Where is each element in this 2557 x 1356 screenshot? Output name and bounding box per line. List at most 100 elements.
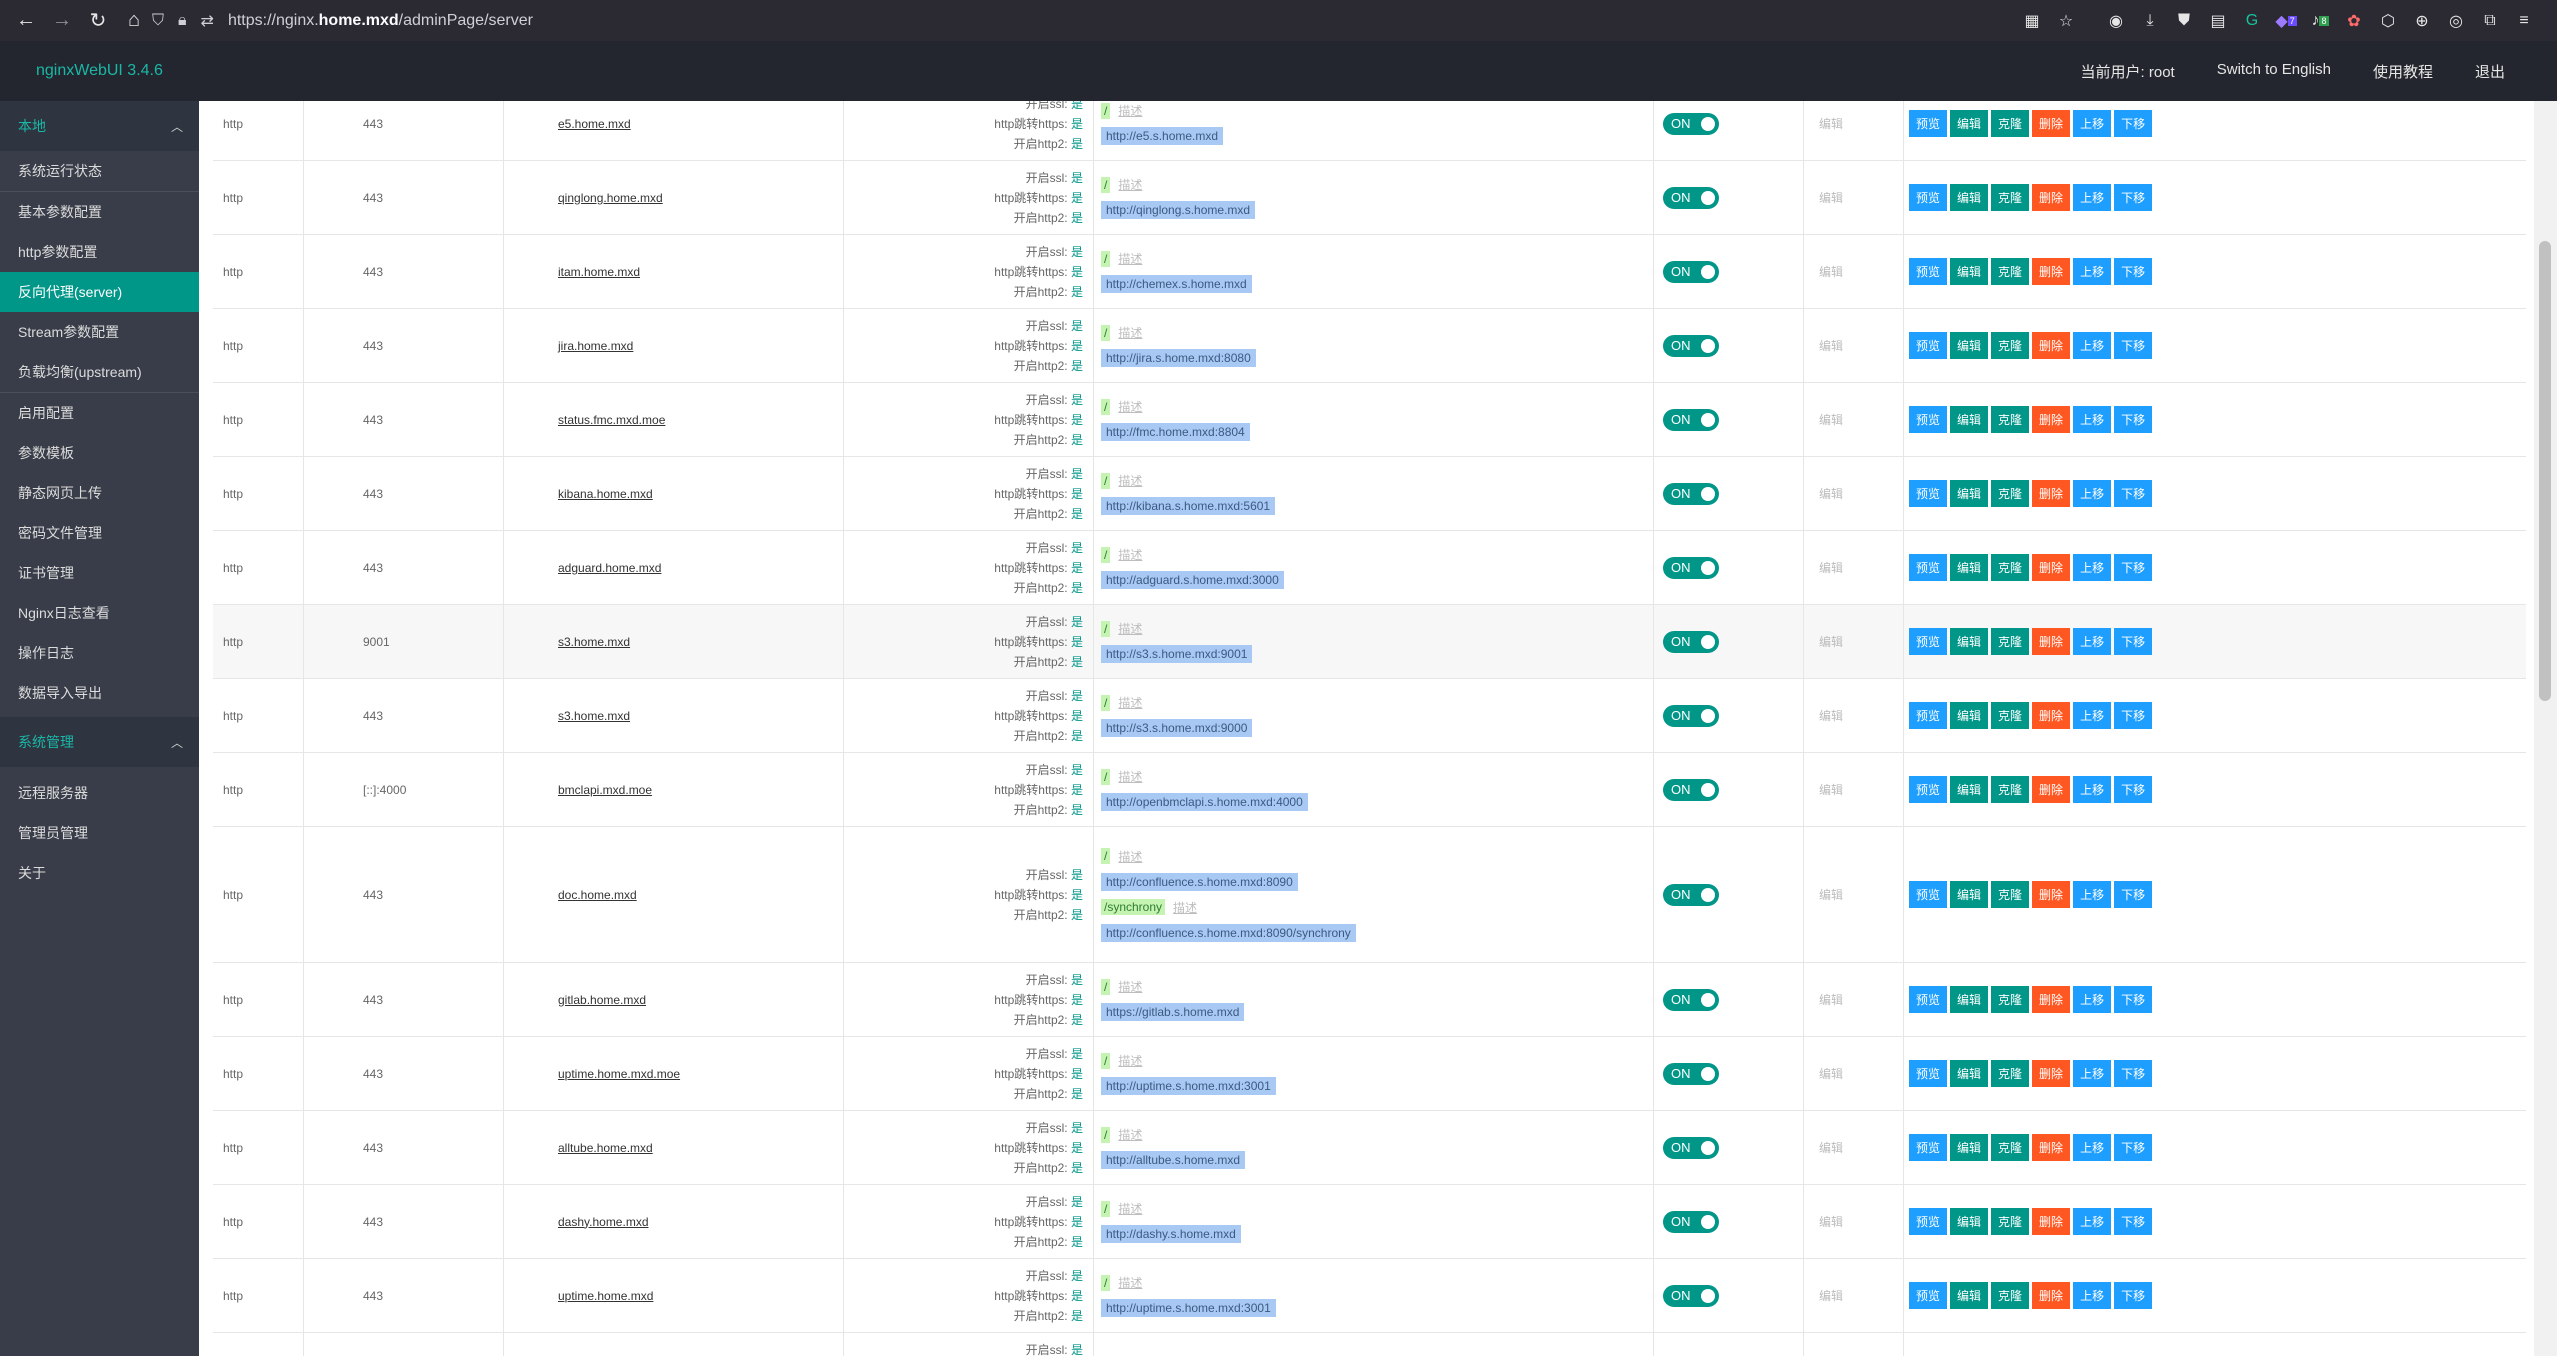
edit-description-link[interactable]: 编辑: [1819, 1037, 1843, 1110]
preview-button[interactable]: 预览: [1909, 628, 1948, 655]
move-up-button[interactable]: 上移: [2073, 258, 2112, 285]
domain-link[interactable]: uptime.home.mxd: [558, 1259, 653, 1332]
enable-switch[interactable]: ON: [1663, 778, 1719, 801]
app-logo[interactable]: nginxWebUI 3.4.6: [36, 62, 163, 80]
edit-description-link[interactable]: 编辑: [1819, 1333, 1843, 1356]
move-down-button[interactable]: 下移: [2114, 628, 2153, 655]
sidebar-item[interactable]: 启用配置: [0, 393, 199, 433]
domain-link[interactable]: s3.home.mxd: [558, 605, 630, 678]
logout-link[interactable]: 退出: [2475, 61, 2505, 82]
clone-button[interactable]: 克隆: [1991, 554, 2030, 581]
reader-icon[interactable]: ▤: [2205, 8, 2231, 34]
edit-button[interactable]: 编辑: [1950, 1060, 1989, 1087]
clone-button[interactable]: 克隆: [1991, 881, 2030, 908]
sidebar-item[interactable]: Nginx日志查看: [0, 593, 199, 633]
extension-icon[interactable]: ◉: [2103, 8, 2129, 34]
sidebar-item[interactable]: Stream参数配置: [0, 312, 199, 352]
domain-link[interactable]: itam.home.mxd: [558, 235, 640, 308]
move-down-button[interactable]: 下移: [2114, 480, 2153, 507]
move-down-button[interactable]: 下移: [2114, 1134, 2153, 1161]
edit-button[interactable]: 编辑: [1950, 986, 1989, 1013]
clone-button[interactable]: 克隆: [1991, 702, 2030, 729]
url-bar[interactable]: ⛉ 🔒︎ ⇄ https://nginx. home.mxd/adminPage/…: [152, 5, 1952, 36]
delete-button[interactable]: 删除: [2032, 258, 2071, 285]
move-up-button[interactable]: 上移: [2073, 1060, 2112, 1087]
edit-button[interactable]: 编辑: [1950, 184, 1989, 211]
extension-icon[interactable]: ⛊: [2171, 8, 2197, 34]
enable-switch[interactable]: ON: [1663, 482, 1719, 505]
edit-button[interactable]: 编辑: [1950, 480, 1989, 507]
domain-link[interactable]: uptime.home.mxd.moe: [558, 1037, 680, 1110]
preview-button[interactable]: 预览: [1909, 1282, 1948, 1309]
delete-button[interactable]: 删除: [2032, 702, 2071, 729]
edit-description-link[interactable]: 编辑: [1819, 1111, 1843, 1184]
move-down-button[interactable]: 下移: [2114, 110, 2153, 137]
sidebar-item[interactable]: 参数模板: [0, 433, 199, 473]
forward-icon[interactable]: →: [44, 9, 80, 32]
edit-description-link[interactable]: 编辑: [1819, 309, 1843, 382]
preview-button[interactable]: 预览: [1909, 554, 1948, 581]
move-up-button[interactable]: 上移: [2073, 480, 2112, 507]
location-description-link[interactable]: 描述: [1118, 620, 1142, 637]
shield-icon[interactable]: ⛉: [152, 12, 164, 30]
location-description-link[interactable]: 描述: [1118, 324, 1142, 341]
enable-switch[interactable]: ON: [1663, 883, 1719, 906]
edit-button[interactable]: 编辑: [1950, 776, 1989, 803]
edit-button[interactable]: 编辑: [1950, 406, 1989, 433]
enable-switch[interactable]: ON: [1663, 408, 1719, 431]
delete-button[interactable]: 删除: [2032, 110, 2071, 137]
download-icon[interactable]: ⤓: [2137, 8, 2163, 34]
sidebar-item[interactable]: 操作日志: [0, 633, 199, 673]
extension-icon[interactable]: ◆ 7: [2273, 8, 2299, 34]
extension-icon[interactable]: ✿: [2341, 8, 2367, 34]
enable-switch[interactable]: ON: [1663, 704, 1719, 727]
extension-icon[interactable]: ⬡: [2375, 8, 2401, 34]
domain-link[interactable]: e5.home.mxd: [558, 101, 631, 160]
clone-button[interactable]: 克隆: [1991, 110, 2030, 137]
location-description-link[interactable]: 描述: [1118, 1274, 1142, 1291]
preview-button[interactable]: 预览: [1909, 702, 1948, 729]
preview-button[interactable]: 预览: [1909, 881, 1948, 908]
edit-button[interactable]: 编辑: [1950, 332, 1989, 359]
enable-switch[interactable]: ON: [1663, 112, 1719, 135]
edit-button[interactable]: 编辑: [1950, 1208, 1989, 1235]
location-description-link[interactable]: 描述: [1118, 768, 1142, 785]
move-down-button[interactable]: 下移: [2114, 1060, 2153, 1087]
move-up-button[interactable]: 上移: [2073, 1282, 2112, 1309]
move-down-button[interactable]: 下移: [2114, 1282, 2153, 1309]
delete-button[interactable]: 删除: [2032, 184, 2071, 211]
edit-description-link[interactable]: 编辑: [1819, 1185, 1843, 1258]
domain-link[interactable]: gitlab.home.mxd: [558, 963, 646, 1036]
edit-button[interactable]: 编辑: [1950, 628, 1989, 655]
preview-button[interactable]: 预览: [1909, 1134, 1948, 1161]
enable-switch[interactable]: ON: [1663, 1210, 1719, 1233]
grammarly-icon[interactable]: G: [2239, 8, 2265, 34]
move-down-button[interactable]: 下移: [2114, 776, 2153, 803]
domain-link[interactable]: doc.home.mxd: [558, 827, 637, 962]
edit-description-link[interactable]: 编辑: [1819, 605, 1843, 678]
location-description-link[interactable]: 描述: [1118, 1052, 1142, 1069]
location-description-link[interactable]: 描述: [1118, 546, 1142, 563]
enable-switch[interactable]: ON: [1663, 630, 1719, 653]
edit-button[interactable]: 编辑: [1950, 554, 1989, 581]
sidebar-item[interactable]: 负载均衡(upstream): [0, 352, 199, 392]
enable-switch[interactable]: ON: [1663, 988, 1719, 1011]
clone-button[interactable]: 克隆: [1991, 258, 2030, 285]
edit-button[interactable]: 编辑: [1950, 258, 1989, 285]
edit-button[interactable]: 编辑: [1950, 110, 1989, 137]
move-down-button[interactable]: 下移: [2114, 986, 2153, 1013]
location-description-link[interactable]: 描述: [1118, 176, 1142, 193]
move-down-button[interactable]: 下移: [2114, 881, 2153, 908]
delete-button[interactable]: 删除: [2032, 1282, 2071, 1309]
clone-button[interactable]: 克隆: [1991, 1208, 2030, 1235]
move-up-button[interactable]: 上移: [2073, 1208, 2112, 1235]
location-description-link[interactable]: 描述: [1118, 250, 1142, 267]
preview-button[interactable]: 预览: [1909, 258, 1948, 285]
location-description-link[interactable]: 描述: [1118, 1126, 1142, 1143]
sidebar-item[interactable]: 远程服务器: [0, 773, 199, 813]
location-description-link[interactable]: 描述: [1118, 398, 1142, 415]
preview-button[interactable]: 预览: [1909, 184, 1948, 211]
move-down-button[interactable]: 下移: [2114, 702, 2153, 729]
clone-button[interactable]: 克隆: [1991, 480, 2030, 507]
preview-button[interactable]: 预览: [1909, 1208, 1948, 1235]
